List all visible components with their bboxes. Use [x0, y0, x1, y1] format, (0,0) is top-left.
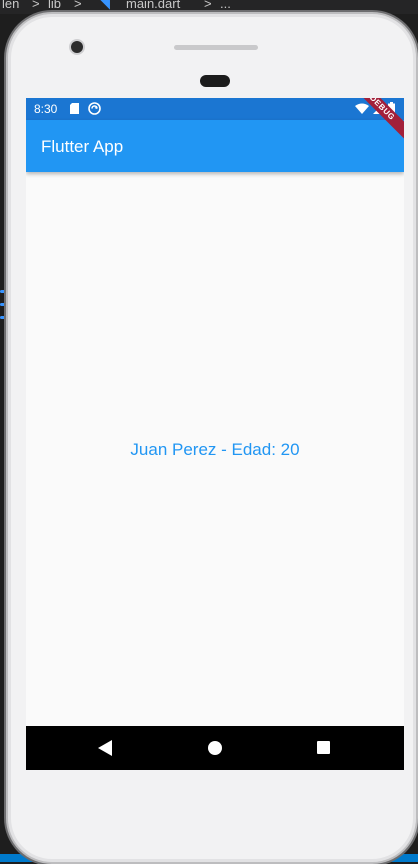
app-bar: Flutter App	[26, 120, 404, 172]
breadcrumb-item[interactable]: main.dart	[126, 0, 180, 10]
back-icon[interactable]	[98, 740, 112, 756]
phone-frame: 8:30 DEBUG Flutter App Juan Perez - Edad…	[6, 12, 418, 864]
breadcrumb-item[interactable]: ...	[220, 0, 231, 10]
breadcrumb-separator: >	[32, 0, 40, 11]
home-icon[interactable]	[208, 741, 222, 755]
device-screen: 8:30 DEBUG Flutter App Juan Perez - Edad…	[26, 98, 404, 770]
front-camera	[71, 41, 83, 53]
recents-icon[interactable]	[317, 741, 330, 754]
person-info-text: Juan Perez - Edad: 20	[130, 440, 300, 459]
breadcrumb-item[interactable]: len	[2, 0, 19, 10]
earpiece-speaker	[174, 45, 258, 50]
dart-file-icon: ◥	[100, 0, 110, 11]
app-title: Flutter App	[41, 137, 124, 156]
status-time: 8:30	[34, 102, 58, 116]
breadcrumb-separator: >	[74, 0, 82, 11]
breadcrumb-item[interactable]: lib	[48, 0, 61, 10]
sync-icon	[88, 102, 101, 115]
wifi-icon	[355, 103, 369, 114]
proximity-sensor	[200, 75, 230, 87]
sd-card-icon	[70, 103, 79, 114]
breadcrumb-separator: >	[204, 0, 212, 11]
navigation-bar	[26, 726, 404, 770]
status-bar: 8:30	[26, 98, 404, 120]
